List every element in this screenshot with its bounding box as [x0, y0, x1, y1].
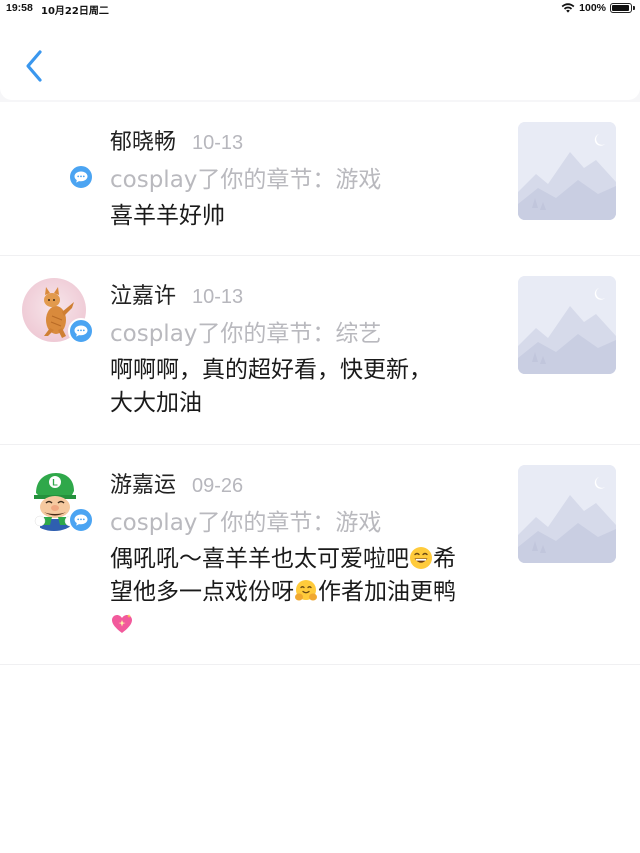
grinning-face-emoji — [409, 546, 433, 570]
comment-badge — [68, 164, 94, 190]
back-button[interactable] — [16, 44, 52, 88]
battery-percent: 100% — [579, 2, 606, 14]
name-row: 游嘉运 09-26 — [110, 467, 243, 499]
comment-text: 偶吼吼～喜羊羊也太可爱啦吧 希望他多一点戏份呀 作者加油更鸭 — [110, 543, 470, 642]
comment-text-part: 偶吼吼～喜羊羊也太可爱啦吧 — [110, 546, 409, 572]
page: 19:58 10月22日周二 100% 郁晓畅 10-13 cosplay了你的… — [0, 0, 640, 853]
battery-icon — [610, 3, 635, 13]
name-row: 郁晓畅 10-13 — [110, 124, 243, 156]
avatar-wrap — [22, 124, 94, 190]
comment-item[interactable]: 泣嘉许 10-13 cosplay了你的章节：综艺 啊啊啊，真的超好看，快更新，… — [0, 256, 640, 445]
comment-date: 09-26 — [192, 475, 244, 497]
sparkling-heart-emoji — [110, 612, 134, 636]
placeholder-image-icon — [518, 465, 616, 563]
status-bar: 19:58 10月22日周二 100% — [0, 0, 640, 18]
user-name[interactable]: 泣嘉许 — [110, 278, 176, 310]
avatar-wrap — [22, 278, 94, 344]
chat-bubble-icon — [74, 171, 88, 183]
comment-date: 10-13 — [192, 286, 244, 308]
avatar-wrap: L — [22, 467, 94, 533]
user-name[interactable]: 郁晓畅 — [110, 124, 176, 156]
chapter-thumbnail[interactable] — [518, 122, 616, 220]
placeholder-image-icon — [518, 122, 616, 220]
comment-item[interactable]: L 游嘉运 09-26 cosplay了你的章节：游戏 偶吼吼～喜羊羊也太可爱啦… — [0, 445, 640, 665]
placeholder-image-icon — [518, 276, 616, 374]
status-time: 19:58 — [6, 2, 33, 14]
chapter-thumbnail[interactable] — [518, 276, 616, 374]
comment-item[interactable]: 郁晓畅 10-13 cosplay了你的章节：游戏 喜羊羊好帅 — [0, 102, 640, 256]
status-date: 10月22日周二 — [41, 6, 109, 17]
hugging-face-emoji — [294, 579, 318, 603]
wifi-icon — [561, 3, 575, 13]
chat-bubble-icon — [74, 325, 88, 337]
status-right: 100% — [561, 2, 635, 14]
action-line: cosplay了你的章节：游戏 — [110, 167, 382, 193]
comment-text: 喜羊羊好帅 — [110, 203, 225, 229]
comment-badge — [68, 318, 94, 344]
comment-list: 郁晓畅 10-13 cosplay了你的章节：游戏 喜羊羊好帅 泣嘉许 10-1… — [0, 102, 640, 853]
user-name[interactable]: 游嘉运 — [110, 467, 176, 499]
chat-bubble-icon — [74, 514, 88, 526]
name-row: 泣嘉许 10-13 — [110, 278, 243, 310]
action-line: cosplay了你的章节：游戏 — [110, 510, 382, 536]
comment-date: 10-13 — [192, 132, 244, 154]
comment-badge — [68, 507, 94, 533]
action-line: cosplay了你的章节：综艺 — [110, 321, 382, 347]
nav-bar — [0, 18, 640, 100]
chevron-left-icon — [26, 50, 42, 82]
comment-text-part: 作者加油更鸭 — [318, 579, 456, 605]
comment-text: 啊啊啊，真的超好看，快更新，大大加油 — [110, 357, 432, 416]
svg-text:L: L — [52, 478, 58, 488]
chapter-thumbnail[interactable] — [518, 465, 616, 563]
